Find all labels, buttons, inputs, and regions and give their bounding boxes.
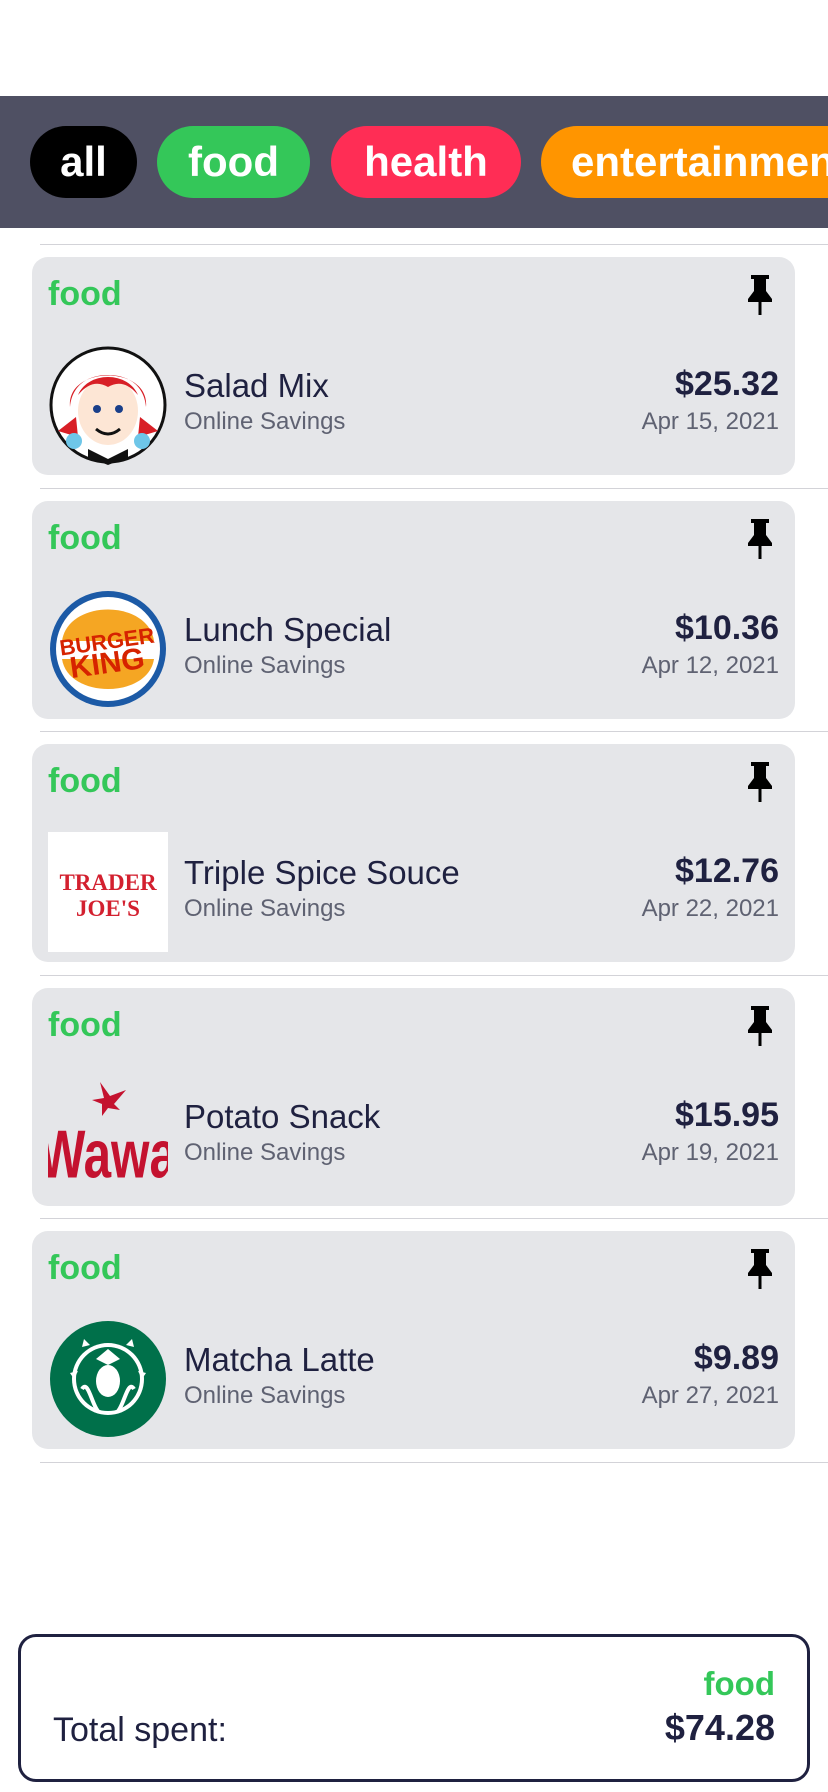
total-spent-label: Total spent: <box>53 1711 227 1749</box>
item-amount: $25.32 <box>675 365 779 403</box>
item-source: Online Savings <box>184 1139 346 1166</box>
pin-icon[interactable] <box>745 1247 775 1291</box>
pin-icon[interactable] <box>745 760 775 804</box>
item-date: Apr 12, 2021 <box>641 652 779 679</box>
item-date: Apr 27, 2021 <box>641 1382 779 1409</box>
item-name: Salad Mix <box>184 367 329 404</box>
item-name: Potato Snack <box>184 1098 381 1135</box>
divider <box>40 488 828 489</box>
pin-icon[interactable] <box>745 517 775 561</box>
item-amount: $12.76 <box>675 852 779 890</box>
wawa-logo: Wawa <box>48 1082 168 1193</box>
list-item[interactable]: food TRADER JOE'S Triple Spice Souce Onl… <box>32 744 795 962</box>
item-name: Lunch Special <box>184 611 392 648</box>
logo-text: TRADER <box>59 870 157 895</box>
trader-joes-logo: TRADER JOE'S <box>48 832 168 952</box>
summary-category: food <box>703 1665 775 1702</box>
item-source: Online Savings <box>184 895 346 922</box>
item-category: food <box>48 1006 122 1044</box>
divider <box>40 244 828 245</box>
divider <box>40 731 828 732</box>
list-item[interactable]: food Wawa Potato Snack Online Savings $1… <box>32 988 795 1206</box>
filter-chip-entertainment[interactable]: entertainment <box>541 126 828 198</box>
item-source: Online Savings <box>184 652 346 679</box>
divider <box>40 1218 828 1219</box>
item-date: Apr 19, 2021 <box>641 1139 779 1166</box>
item-amount: $15.95 <box>675 1096 779 1134</box>
logo-text: Wawa <box>48 1116 168 1193</box>
item-source: Online Savings <box>184 1382 346 1409</box>
wendys-logo <box>49 346 167 465</box>
burger-king-logo: BURGER KING <box>50 591 166 707</box>
total-spent-value: $74.28 <box>664 1707 775 1748</box>
list-item[interactable]: food BURGER KING Lunch Special Online Sa… <box>32 501 795 719</box>
item-amount: $10.36 <box>675 609 779 647</box>
divider <box>40 975 828 976</box>
pin-icon[interactable] <box>745 1004 775 1048</box>
item-date: Apr 22, 2021 <box>641 895 779 922</box>
item-source: Online Savings <box>184 408 346 435</box>
item-category: food <box>48 1249 122 1287</box>
list-item[interactable]: food Salad Mix Online Savings $25.32 Apr… <box>32 257 795 475</box>
item-category: food <box>48 762 122 800</box>
filter-chip-food[interactable]: food <box>157 126 310 198</box>
item-category: food <box>48 519 122 557</box>
total-summary-panel: food Total spent: $74.28 <box>18 1634 810 1782</box>
item-category: food <box>48 275 122 313</box>
divider <box>40 1462 828 1463</box>
filter-chip-health[interactable]: health <box>331 126 521 198</box>
item-name: Triple Spice Souce <box>184 854 460 891</box>
item-amount: $9.89 <box>693 1339 779 1377</box>
pin-icon[interactable] <box>745 273 775 317</box>
starbucks-logo <box>50 1321 166 1437</box>
item-name: Matcha Latte <box>184 1341 375 1378</box>
list-item[interactable]: food Matcha Latte Online Savings $9.89 A… <box>32 1231 795 1449</box>
filter-chip-all[interactable]: all <box>30 126 137 198</box>
item-date: Apr 15, 2021 <box>641 408 779 435</box>
category-filter-bar: all food health entertainment <box>0 96 828 228</box>
logo-text: JOE'S <box>76 896 140 921</box>
